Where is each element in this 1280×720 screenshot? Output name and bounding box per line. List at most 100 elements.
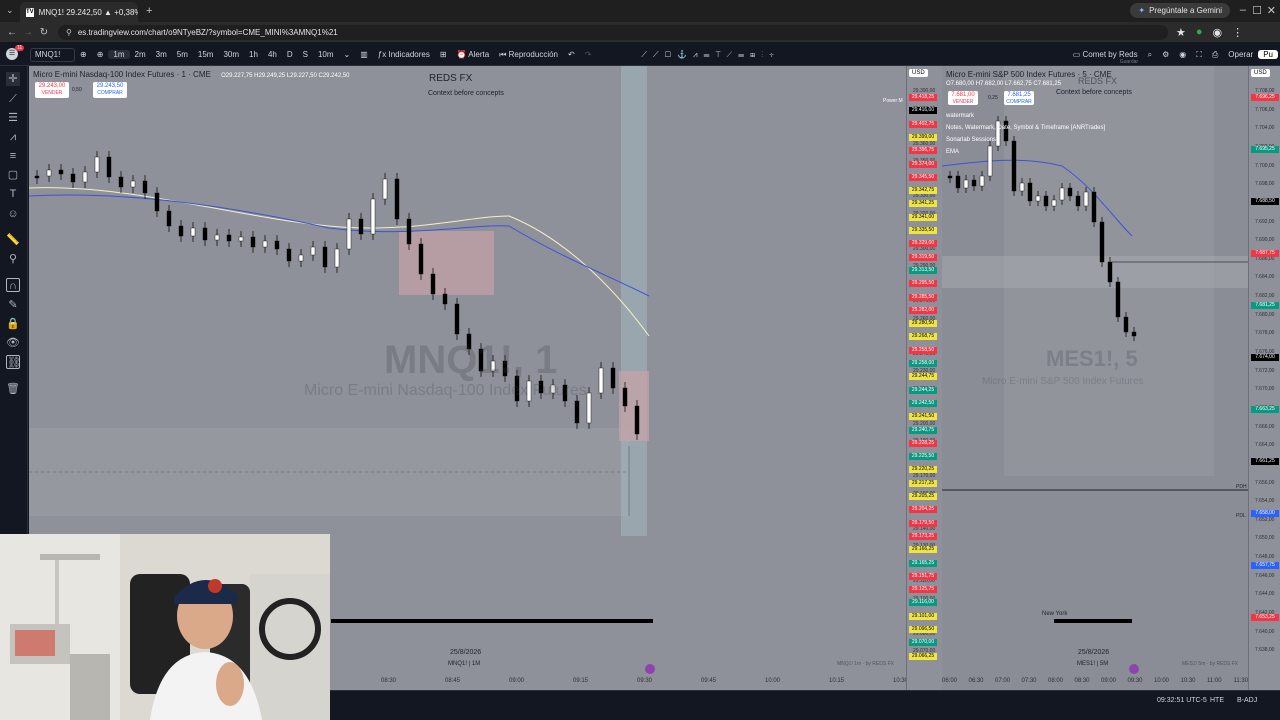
- menu-icon[interactable]: ⋮: [1232, 26, 1243, 39]
- price-scale-right[interactable]: USD 7.708,007.706,007.704,007.702,007.70…: [1248, 66, 1280, 690]
- lock-icon[interactable]: 🔒: [6, 317, 20, 331]
- undo-icon[interactable]: ↶: [563, 50, 580, 59]
- price-scale-left[interactable]: USD 29.390,0029.380,0029.370,0029.360,00…: [906, 66, 942, 690]
- reload-icon[interactable]: ↻: [36, 27, 52, 38]
- interval-1m[interactable]: 1m: [108, 50, 130, 59]
- left-time-tick: 08:30: [381, 678, 397, 684]
- magnet-icon[interactable]: ∩: [6, 278, 20, 292]
- compare-icon[interactable]: ⊕: [75, 50, 92, 59]
- smile-icon[interactable]: ☺: [6, 207, 20, 221]
- interval-2m[interactable]: 2m: [130, 50, 151, 59]
- url-text: es.tradingview.com/chart/o9NTyeBZ/?symbo…: [77, 27, 338, 37]
- right-date-label: 25/8/2026: [1078, 649, 1110, 656]
- text-icon[interactable]: T: [6, 187, 20, 201]
- left-buy-button[interactable]: 29.243,50 COMPRAR: [93, 82, 127, 98]
- indicators-icon: ƒx: [377, 50, 389, 59]
- trade-button[interactable]: Operar: [1223, 50, 1258, 59]
- gemini-label: Pregúntale a Gemini: [1149, 6, 1222, 15]
- left-price-label: 29.335,50: [909, 227, 937, 235]
- interval-10m[interactable]: 10m: [313, 50, 339, 59]
- pencil-lock-icon[interactable]: ✎: [6, 298, 20, 312]
- profile-icon[interactable]: ◉: [1213, 26, 1223, 39]
- site-info-icon[interactable]: ⚲: [66, 28, 72, 37]
- right-buy-button[interactable]: 7.681,25 COMPRAR: [1004, 91, 1034, 105]
- ruler-icon[interactable]: 📏: [6, 233, 20, 247]
- back-icon[interactable]: ←: [4, 27, 20, 38]
- status-adj[interactable]: B-ADJ: [1237, 697, 1257, 704]
- drawing-tools-strip[interactable]: ⟋⟋▢⚓⩘☰⊤⟋☰⊞⫶⊹: [636, 50, 784, 60]
- candle-body: [238, 236, 244, 242]
- alert-icon: ⏰: [456, 50, 469, 59]
- url-field[interactable]: ⚲ es.tradingview.com/chart/o9NTyeBZ/?sym…: [58, 24, 1168, 40]
- left-currency-button[interactable]: USD: [909, 69, 928, 77]
- left-time-tick: 09:15: [573, 678, 589, 684]
- publish-button[interactable]: Pu: [1258, 50, 1278, 59]
- candle-type-icon[interactable]: ▥: [355, 50, 373, 59]
- symbol-search[interactable]: MNQ1!: [30, 47, 75, 62]
- gemini-button[interactable]: ✦ Pregúntale a Gemini: [1130, 3, 1230, 18]
- projection-icon[interactable]: ≡: [6, 149, 20, 163]
- right-price-tick: 7.666,00: [1255, 423, 1275, 430]
- indicator-watermark[interactable]: watermark: [946, 113, 974, 119]
- interval-1h[interactable]: 1h: [244, 50, 263, 59]
- layout-button[interactable]: ▭ Comet by Reds Guardar: [1068, 50, 1143, 65]
- crosshair-icon[interactable]: ✛: [6, 72, 20, 86]
- search-icon[interactable]: ⌕: [1143, 50, 1157, 60]
- templates-icon[interactable]: ⊞: [435, 50, 452, 59]
- left-price-label: 29.313,50: [909, 266, 937, 274]
- right-price-tick: 7.638,00: [1255, 647, 1275, 654]
- fib-icon[interactable]: ☰: [6, 111, 20, 125]
- interval-d[interactable]: D: [282, 50, 298, 59]
- shapes-icon[interactable]: ▢: [6, 168, 20, 182]
- replay-button[interactable]: ⏮ Reproducción: [494, 50, 563, 60]
- close-window-icon[interactable]: ✕: [1267, 4, 1276, 17]
- interval-s[interactable]: S: [298, 50, 313, 59]
- eye-icon[interactable]: 👁: [6, 336, 20, 350]
- pattern-icon[interactable]: ⩘: [6, 130, 20, 144]
- chart-pane-right[interactable]: Micro E-mini S&P 500 Index Futures · 5 ·…: [942, 66, 1248, 690]
- bookmark-star-icon[interactable]: ★: [1176, 26, 1186, 39]
- interval-30m[interactable]: 30m: [218, 50, 244, 59]
- indicator-notes[interactable]: Notes, Watermark, Date, Symbol & Timefra…: [946, 125, 1105, 131]
- new-tab-icon[interactable]: +: [146, 5, 152, 17]
- right-currency-button[interactable]: USD: [1251, 69, 1270, 77]
- tab-list-icon[interactable]: ⌄: [6, 5, 14, 16]
- status-exchange[interactable]: HTE: [1210, 697, 1224, 704]
- candle-body: [262, 240, 268, 248]
- right-price-tick: 7.640,00: [1255, 628, 1275, 635]
- settings-icon[interactable]: ⚙: [1157, 50, 1174, 59]
- interval-4h[interactable]: 4h: [263, 50, 282, 59]
- maximize-icon[interactable]: ☐: [1252, 4, 1262, 17]
- indicator-ema[interactable]: EMA: [946, 149, 959, 155]
- link-icon[interactable]: ⛓: [6, 355, 21, 369]
- forward-icon[interactable]: →: [20, 27, 36, 38]
- indicator-sonarlab[interactable]: Sonarlab Sessions: [946, 137, 996, 143]
- minimize-icon[interactable]: –: [1240, 4, 1246, 16]
- right-sell-button[interactable]: 7.681,00 VENDER: [948, 91, 978, 105]
- screenshot-icon[interactable]: ◉: [1174, 50, 1191, 59]
- trendline-icon[interactable]: ⟋: [6, 92, 20, 106]
- right-chart-ohlc: O7.680,00 H7.682,00 L7.662,75 C7.681,25: [946, 81, 1062, 87]
- add-symbol-icon[interactable]: ⊕: [92, 50, 109, 59]
- camera-icon[interactable]: ⎙: [1207, 50, 1223, 60]
- indicators-button[interactable]: ƒx Indicadores: [373, 50, 435, 59]
- alert-button[interactable]: ⏰ Alerta: [452, 50, 495, 59]
- fullscreen-icon[interactable]: ⛶: [1191, 50, 1207, 60]
- right-price-label: 7.696,25: [1251, 94, 1279, 101]
- trash-icon[interactable]: 🗑: [6, 382, 20, 396]
- interval-3m[interactable]: 3m: [151, 50, 172, 59]
- candle-body: [1083, 191, 1089, 207]
- left-sell-button[interactable]: 29.243,00 VENDER: [35, 82, 69, 98]
- extension-icon[interactable]: ●: [1196, 26, 1203, 38]
- candle-body: [250, 236, 256, 248]
- interval-5m[interactable]: 5m: [172, 50, 193, 59]
- interval-dropdown-icon[interactable]: ⌄: [339, 50, 356, 59]
- browser-tab-active[interactable]: TV MNQ1! 29.242,50 ▲ +0,38% C... ✕: [20, 2, 138, 22]
- status-clock[interactable]: 09:32:51 UTC-5: [1157, 697, 1207, 704]
- interval-15m[interactable]: 15m: [193, 50, 219, 59]
- candle-body: [130, 180, 136, 188]
- redo-icon[interactable]: ↷: [580, 50, 597, 59]
- left-price-label: 29.319,50: [909, 253, 937, 261]
- left-price-label: 29.173,25: [909, 532, 937, 540]
- zoom-icon[interactable]: ⚲: [6, 252, 20, 266]
